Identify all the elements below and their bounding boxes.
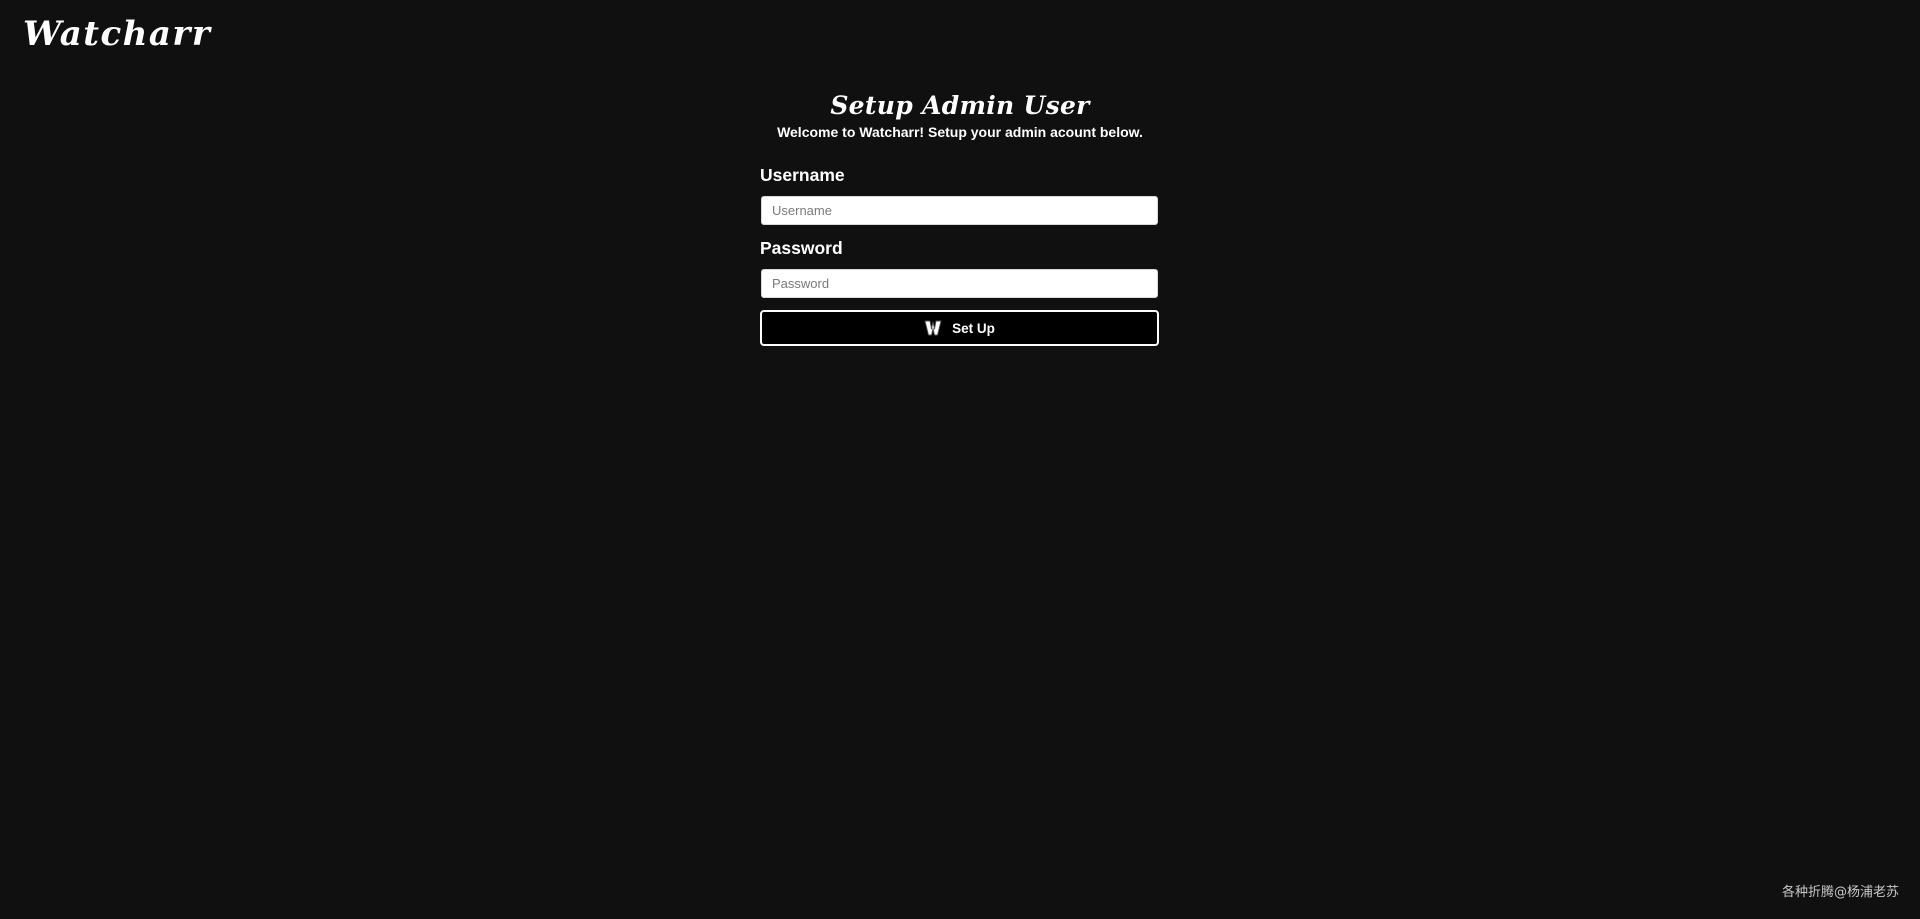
password-input[interactable] — [761, 269, 1158, 298]
watcharr-w-logo-icon — [924, 319, 942, 337]
app-logo[interactable]: Watcharr — [23, 14, 211, 54]
username-label: Username — [760, 165, 845, 185]
page-title: Setup Admin User — [830, 91, 1090, 120]
setup-form: Setup Admin User Welcome to Watcharr! Se… — [760, 90, 1160, 346]
set-up-button-label: Set Up — [952, 320, 995, 336]
watermark-text: 各种折腾@杨浦老苏 — [1781, 885, 1899, 900]
username-input[interactable] — [761, 196, 1158, 225]
set-up-button[interactable]: Set Up — [760, 310, 1159, 346]
page-subtitle: Welcome to Watcharr! Setup your admin ac… — [777, 124, 1143, 140]
password-label: Password — [760, 238, 843, 258]
